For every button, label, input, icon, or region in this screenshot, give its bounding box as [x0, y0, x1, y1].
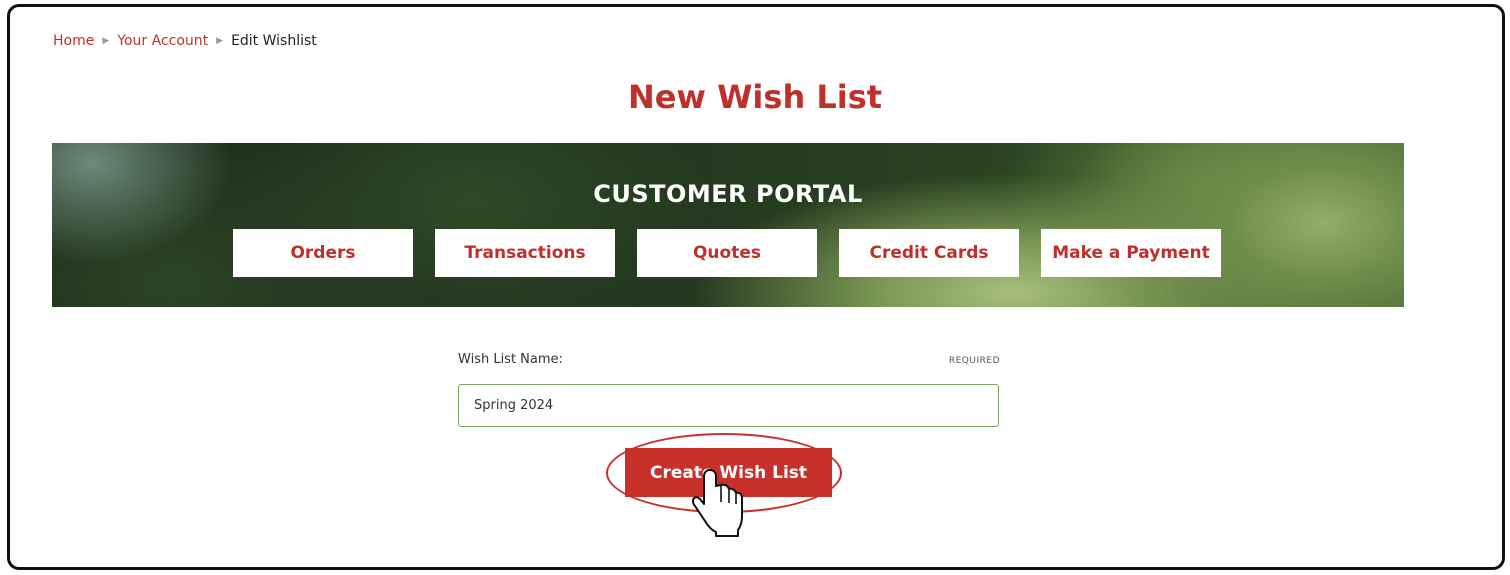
triangle-right-icon: ▶	[102, 36, 110, 46]
quotes-button[interactable]: Quotes	[637, 229, 817, 277]
breadcrumb-account-link[interactable]: Your Account	[117, 33, 208, 49]
create-wish-list-button[interactable]: Create Wish List	[625, 448, 832, 497]
customer-portal-banner: CUSTOMER PORTAL Orders Transactions Quot…	[52, 143, 1404, 307]
breadcrumb-current: Edit Wishlist	[231, 33, 317, 49]
orders-button[interactable]: Orders	[233, 229, 413, 277]
banner-heading: CUSTOMER PORTAL	[593, 180, 863, 208]
required-indicator: REQUIRED	[948, 356, 1000, 366]
breadcrumb: Home ▶ Your Account ▶ Edit Wishlist	[53, 33, 317, 49]
field-label-row: Wish List Name: REQUIRED	[458, 352, 1000, 367]
breadcrumb-home-link[interactable]: Home	[53, 33, 94, 49]
make-a-payment-button[interactable]: Make a Payment	[1041, 229, 1221, 277]
wishlist-form: Wish List Name: REQUIRED Spring 2024	[458, 352, 1000, 427]
credit-cards-button[interactable]: Credit Cards	[839, 229, 1019, 277]
wishlist-name-label: Wish List Name:	[458, 352, 563, 367]
transactions-button[interactable]: Transactions	[435, 229, 615, 277]
wishlist-name-input[interactable]: Spring 2024	[458, 384, 999, 427]
page-title: New Wish List	[627, 78, 883, 116]
triangle-right-icon: ▶	[216, 36, 224, 46]
portal-nav: Orders Transactions Quotes Credit Cards …	[233, 229, 1221, 277]
